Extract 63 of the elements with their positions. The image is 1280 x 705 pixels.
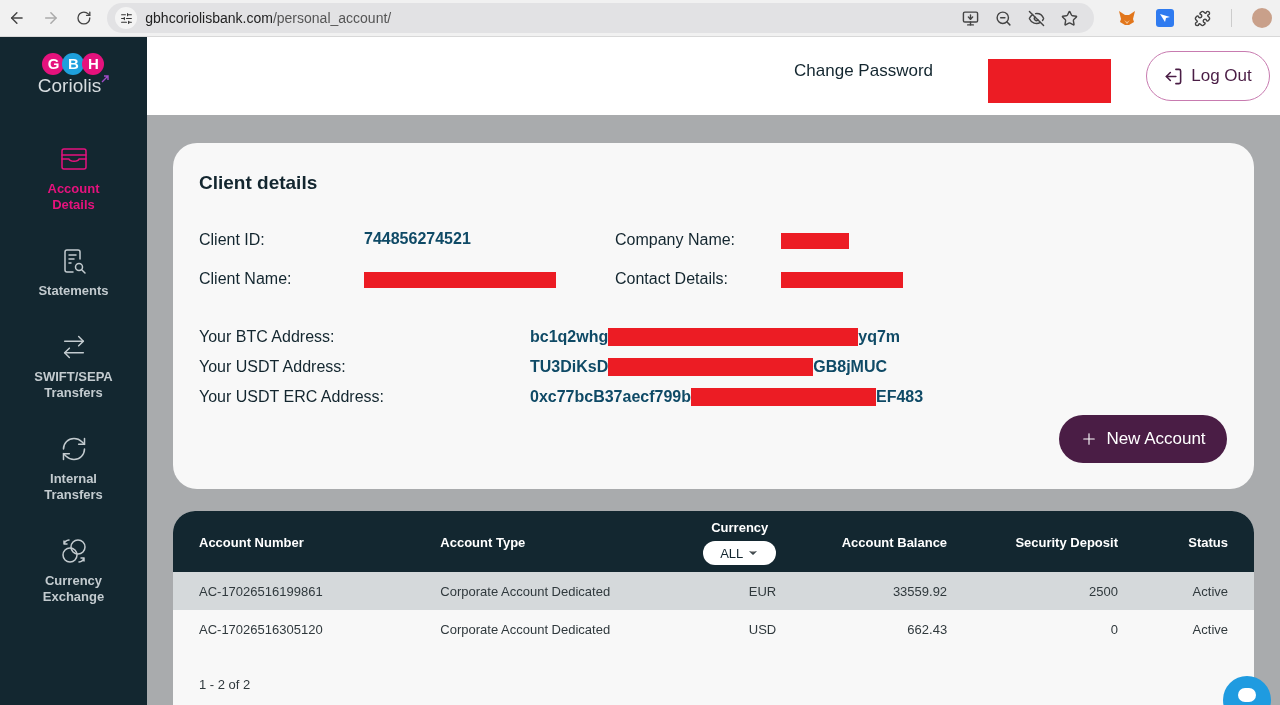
address-label: Your BTC Address: — [199, 326, 336, 347]
pagination-text: 1 - 2 of 2 — [199, 677, 251, 692]
address-value: TU3DiKsD — [530, 356, 609, 377]
sidebar-item[interactable]: Internal Transfers — [25, 435, 122, 503]
column-header: Status — [1188, 534, 1228, 550]
logo-arrow-icon — [101, 75, 110, 83]
site-settings-icon[interactable] — [115, 7, 138, 29]
field-label: Company Name: — [615, 229, 737, 250]
reload-icon[interactable] — [75, 10, 92, 26]
card-title: Client details — [199, 171, 319, 195]
column-header: Account Number — [199, 534, 304, 550]
bookmark-star-icon[interactable] — [1061, 9, 1078, 27]
exit-icon — [1164, 66, 1184, 86]
currency-filter[interactable]: ALL — [703, 541, 777, 566]
field-label: Contact Details: — [615, 268, 729, 289]
sidebar-item[interactable]: Statements — [25, 247, 122, 299]
table-cell: AC-17026516305120 — [199, 622, 323, 637]
change-password-link[interactable]: Change Password — [794, 58, 933, 84]
table-cell: 662.43 — [907, 622, 948, 637]
field-label: Client Name: — [199, 268, 293, 289]
eye-off-icon[interactable] — [1028, 9, 1045, 27]
logo-letter: H — [82, 53, 105, 75]
address-bar[interactable]: gbhcoriolisbank.com/personal_account/ — [107, 3, 1094, 33]
column-header: Account Type — [440, 534, 526, 550]
sidebar-item[interactable]: SWIFT/SEPA Transfers — [25, 333, 122, 401]
logout-button[interactable]: Log Out — [1146, 51, 1270, 101]
exchange-circles-icon — [59, 537, 88, 565]
new-account-button[interactable]: New Account — [1059, 415, 1227, 463]
address-value: yq7m — [858, 326, 901, 347]
table-cell: EUR — [748, 584, 777, 599]
column-header: Account Balance — [841, 534, 948, 550]
address-value: GB8jMUC — [813, 356, 887, 377]
sidebar-item[interactable]: Currency Exchange — [25, 537, 122, 605]
table-cell: USD — [748, 622, 777, 637]
wallet-icon — [59, 145, 88, 173]
sidebar-item[interactable]: Account Details — [25, 145, 122, 213]
address-value: 0xc77bcB37aecf799b — [530, 386, 691, 407]
zoom-icon[interactable] — [995, 9, 1012, 27]
url-text: gbhcoriolisbank.com/personal_account/ — [145, 8, 392, 28]
table-cell: AC-17026516199861 — [199, 584, 323, 599]
table-cell: 2500 — [1089, 584, 1118, 599]
table-cell: Corporate Account Dedicated — [440, 622, 611, 637]
address-label: Your USDT Address: — [199, 356, 347, 377]
field-label: Client ID: — [199, 229, 266, 250]
logo-name: Coriolis — [37, 75, 102, 97]
table-cell: Active — [1192, 584, 1228, 599]
table-cell: Corporate Account Dedicated — [440, 584, 611, 599]
install-icon[interactable] — [962, 9, 979, 27]
address-value: EF483 — [876, 386, 924, 407]
back-icon[interactable] — [8, 9, 26, 27]
field-value: 744856274521 — [364, 228, 471, 249]
fox-icon[interactable] — [1118, 10, 1136, 26]
table-cell: Active — [1192, 622, 1228, 637]
table-row[interactable]: AC-17026516199861 Corporate Account Dedicated EUR 33559.92 2500 Active — [173, 572, 1254, 610]
address-label: Your USDT ERC Address: — [199, 386, 385, 407]
logo-letter: B — [62, 53, 85, 75]
table-cell: 0 — [1110, 622, 1118, 637]
logo-letter: G — [42, 53, 65, 75]
extensions-icon[interactable] — [1194, 9, 1211, 27]
address-value: bc1q2whg — [530, 326, 609, 347]
table-cell: 33559.92 — [892, 584, 948, 599]
column-header: Security Deposit — [1015, 534, 1118, 550]
column-header: Currency — [711, 518, 769, 537]
